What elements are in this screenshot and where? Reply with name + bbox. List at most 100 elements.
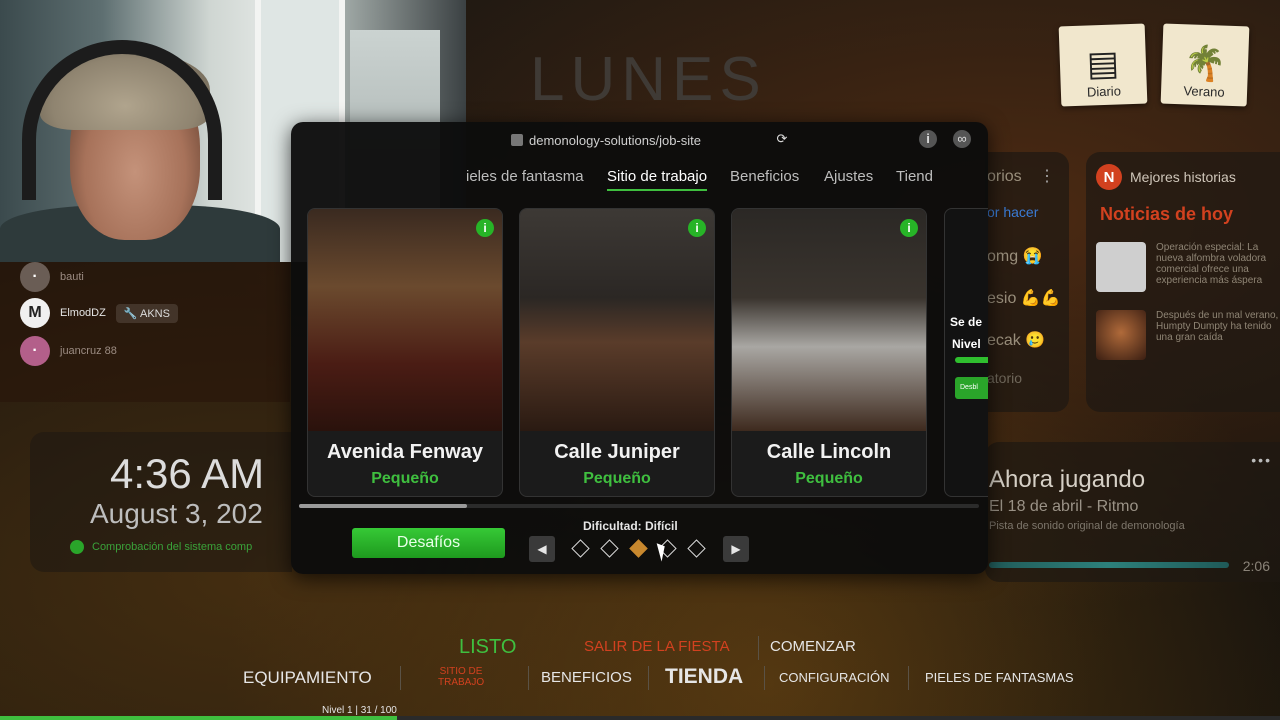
- difficulty-next-button[interactable]: ▶: [723, 536, 749, 562]
- locked-job-site-card[interactable]: Se de Nivel Desbl: [944, 208, 988, 497]
- ready-button[interactable]: LISTO: [459, 636, 516, 659]
- leave-party-button[interactable]: SALIR DE LA FIESTA: [584, 638, 730, 655]
- job-site-cards: i Avenida Fenway Pequeño i Calle Juniper…: [291, 208, 988, 498]
- news-item[interactable]: Operación especial: La nueva alfombra vo…: [1096, 242, 1280, 292]
- newspaper-icon: ▤: [1086, 44, 1120, 84]
- menu-divider: [400, 666, 401, 690]
- job-site-name: Calle Juniper: [554, 441, 680, 463]
- menu-divider: [908, 666, 909, 690]
- difficulty-label: Dificultad: Difícil: [583, 519, 678, 533]
- menu-divider: [528, 666, 529, 690]
- info-icon[interactable]: i: [476, 219, 494, 237]
- lock-icon: [511, 134, 523, 146]
- news-thumbnail: [1096, 310, 1146, 360]
- menu-job-site-line1: SITIO DE: [439, 666, 483, 677]
- news-thumbnail: [1096, 242, 1146, 292]
- tab-store[interactable]: Tiend: [896, 168, 933, 185]
- menu-equipment[interactable]: EQUIPAMIENTO: [243, 668, 372, 688]
- tab-ghost-skins[interactable]: ieles de fantasma: [466, 168, 584, 185]
- difficulty-option[interactable]: [687, 539, 706, 558]
- webcam-headphones: [22, 40, 222, 200]
- locked-card-level: Nivel: [952, 337, 981, 351]
- news-header: N Mejores historias: [1096, 164, 1236, 190]
- info-icon[interactable]: i: [688, 219, 706, 237]
- level-progress-fill: [0, 716, 397, 720]
- job-site-name: Avenida Fenway: [327, 441, 483, 463]
- day-title: LUNES: [530, 45, 767, 114]
- difficulty-option[interactable]: [571, 539, 590, 558]
- job-site-card[interactable]: i Calle Juniper Pequeño: [519, 208, 715, 497]
- news-logo-icon: N: [1096, 164, 1122, 190]
- news-panel: N Mejores historias Noticias de hoy Oper…: [1086, 152, 1280, 412]
- job-site-browser: demonology-solutions/job-site ⟳ i ∞ iele…: [291, 122, 988, 574]
- story-line: ecak 🥲: [987, 332, 1046, 349]
- news-title: Noticias de hoy: [1100, 204, 1234, 224]
- difficulty-option-selected[interactable]: [629, 539, 648, 558]
- chat-message: M ElmodDZ 🔧 AKNS: [20, 298, 178, 328]
- cards-scrollbar[interactable]: [299, 504, 979, 508]
- chat-username: juancruz 88: [60, 345, 117, 357]
- unlock-button[interactable]: Desbl: [955, 377, 988, 399]
- diary-label: Diario: [1086, 83, 1122, 100]
- summer-label: Verano: [1183, 83, 1225, 100]
- link-icon[interactable]: ∞: [953, 130, 971, 148]
- level-text: Nivel 1 | 31 / 100: [322, 705, 397, 716]
- job-site-image: [732, 209, 926, 431]
- status-ok-icon: [70, 540, 84, 554]
- menu-ghost-skins[interactable]: PIELES DE FANTASMAS: [925, 670, 1074, 685]
- refresh-icon[interactable]: ⟳: [773, 130, 791, 148]
- diary-card[interactable]: ▤ Diario: [1058, 23, 1148, 107]
- menu-divider: [758, 636, 759, 660]
- more-options-icon[interactable]: •••: [1251, 452, 1272, 468]
- track-name: El 18 de abril - Ritmo: [989, 498, 1139, 515]
- info-icon[interactable]: i: [900, 219, 918, 237]
- chat-message: · juancruz 88: [20, 336, 117, 366]
- job-site-size: Pequeño: [583, 470, 651, 487]
- url-text: demonology-solutions/job-site: [529, 132, 701, 148]
- chat-avatar: ·: [20, 336, 50, 366]
- story-line: esio 💪💪: [987, 290, 1061, 307]
- story-line: orios: [987, 168, 1022, 185]
- menu-divider: [764, 666, 765, 690]
- info-icon[interactable]: i: [919, 130, 937, 148]
- job-site-card[interactable]: i Avenida Fenway Pequeño: [307, 208, 503, 497]
- story-line: omg 😭: [987, 248, 1043, 265]
- job-site-card[interactable]: i Calle Lincoln Pequeño: [731, 208, 927, 497]
- challenges-button[interactable]: Desafíos: [352, 528, 505, 558]
- chat-message: · bauti: [20, 262, 84, 292]
- news-item-text: Después de un mal verano, Humpty Dumpty …: [1156, 310, 1279, 343]
- clock-time: 4:36 AM: [110, 450, 265, 497]
- job-site-size: Pequeño: [795, 470, 863, 487]
- menu-job-site[interactable]: SITIO DE TRABAJO: [438, 666, 484, 688]
- track-time: 2:06: [1242, 558, 1270, 574]
- menu-perks[interactable]: BENEFICIOS: [541, 669, 632, 686]
- now-playing-panel: ••• Ahora jugando El 18 de abril - Ritmo…: [985, 442, 1280, 582]
- menu-configuration[interactable]: CONFIGURACIÓN: [779, 670, 890, 685]
- tab-job-site[interactable]: Sitio de trabajo: [607, 168, 708, 191]
- chat-username: ElmodDZ: [60, 307, 106, 319]
- now-playing-title: Ahora jugando: [989, 466, 1146, 493]
- story-line: atorio: [987, 370, 1023, 386]
- tab-perks[interactable]: Beneficios: [730, 168, 799, 185]
- summer-card[interactable]: 🌴 Verano: [1160, 23, 1250, 107]
- menu-store[interactable]: TIENDA: [665, 665, 743, 689]
- job-site-name: Calle Lincoln: [766, 441, 892, 463]
- more-options-icon[interactable]: ⋮: [1039, 166, 1055, 186]
- news-header-label: Mejores historias: [1130, 169, 1236, 185]
- news-item[interactable]: Después de un mal verano, Humpty Dumpty …: [1096, 310, 1280, 360]
- palm-tree-icon: 🌴: [1183, 44, 1227, 84]
- difficulty-prev-button[interactable]: ◀: [529, 536, 555, 562]
- difficulty-option[interactable]: [600, 539, 619, 558]
- stories-panel: orios or hacer omg 😭 esio 💪💪 ecak 🥲 ator…: [985, 152, 1069, 412]
- clock-panel: 4:36 AM August 3, 202 Comprobación del s…: [30, 432, 292, 572]
- tab-settings[interactable]: Ajustes: [824, 168, 873, 185]
- start-button[interactable]: COMENZAR: [770, 638, 856, 655]
- browser-tabs: ieles de fantasma Sitio de trabajo Benef…: [291, 164, 988, 194]
- story-link[interactable]: or hacer: [987, 204, 1038, 220]
- scrollbar-thumb[interactable]: [299, 504, 467, 508]
- job-site-image: [308, 209, 502, 431]
- system-check-status: Comprobación del sistema comp: [70, 540, 252, 554]
- news-item-text: Operación especial: La nueva alfombra vo…: [1156, 242, 1267, 286]
- chat-avatar: ·: [20, 262, 50, 292]
- system-check-text: Comprobación del sistema comp: [92, 541, 253, 553]
